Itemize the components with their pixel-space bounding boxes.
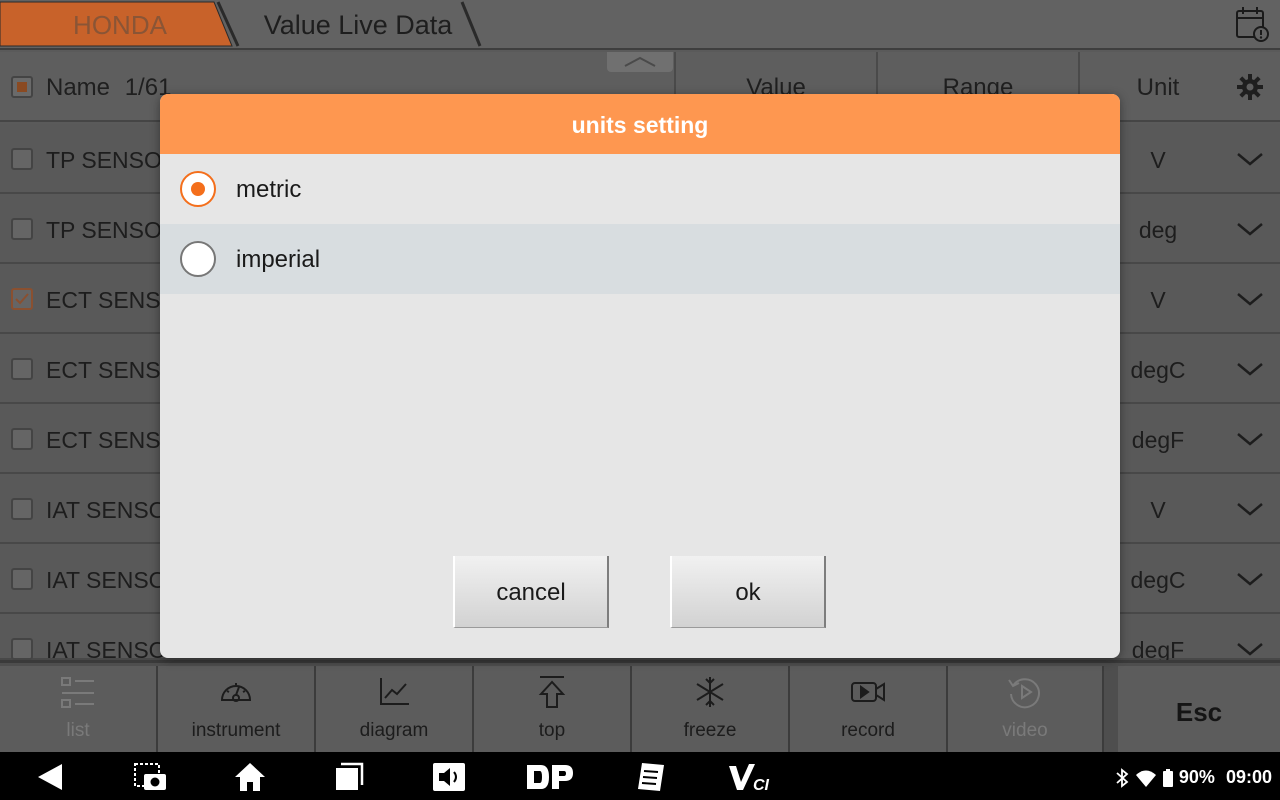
system-nav-bar: CI 90% 09:00: [0, 752, 1280, 800]
recent-apps-icon[interactable]: [333, 760, 367, 794]
top-bar: HONDA Value Live Data: [0, 0, 1280, 50]
chevron-down-icon[interactable]: [1236, 218, 1264, 240]
wifi-icon: [1135, 770, 1156, 788]
arrow-to-top-icon: [538, 676, 566, 708]
volume-icon[interactable]: [432, 760, 466, 794]
select-all-checkbox[interactable]: [11, 76, 33, 98]
list-icon: [61, 677, 94, 708]
row-checkbox[interactable]: [11, 358, 33, 380]
top-label: top: [538, 720, 566, 741]
chevron-down-icon[interactable]: [1236, 638, 1264, 660]
instrument-label: instrument: [191, 720, 281, 741]
esc-button[interactable]: Esc: [1104, 666, 1280, 755]
chevron-down-icon[interactable]: [1236, 148, 1264, 170]
breadcrumb-page-title: Value Live Data: [263, 10, 453, 40]
chevron-down-icon[interactable]: [1236, 498, 1264, 520]
option-metric[interactable]: metric: [160, 154, 1120, 224]
replay-icon: [1008, 678, 1040, 709]
home-icon[interactable]: [233, 760, 267, 794]
dp-logo-icon[interactable]: [525, 760, 575, 794]
units-setting-dialog: units setting metric imperial cancel ok: [160, 94, 1120, 658]
esc-label: Esc: [1175, 697, 1223, 727]
record-label: record: [841, 720, 895, 741]
row-name: TP SENSOR: [46, 147, 179, 173]
svg-text:CI: CI: [753, 777, 770, 794]
top-button[interactable]: top: [474, 666, 632, 755]
row-checkbox[interactable]: [11, 148, 33, 170]
row-checkbox[interactable]: [11, 498, 33, 520]
list-label: list: [66, 720, 90, 741]
dialog-title: units setting: [160, 94, 1120, 154]
diagram-button[interactable]: diagram: [316, 666, 474, 755]
freeze-label: freeze: [683, 720, 737, 741]
column-name-label: Name: [46, 74, 111, 101]
status-area: 90% 09:00: [1114, 752, 1272, 800]
chevron-down-icon[interactable]: [1236, 288, 1264, 310]
app-screen: HONDA Value Live Data Name 1/61 Value Ra…: [0, 0, 1280, 800]
calendar-alert-icon[interactable]: [1232, 4, 1272, 44]
back-icon[interactable]: [34, 760, 68, 794]
record-button[interactable]: record: [790, 666, 948, 755]
bluetooth-icon: [1116, 768, 1129, 789]
notebook-icon[interactable]: [634, 760, 668, 794]
option-imperial[interactable]: imperial: [160, 224, 1120, 294]
chevron-up-icon: [624, 56, 656, 67]
gear-icon[interactable]: [1236, 73, 1264, 101]
option-imperial-label: imperial: [236, 246, 321, 273]
vci-icon[interactable]: CI: [727, 760, 775, 794]
freeze-button[interactable]: freeze: [632, 666, 790, 755]
video-button[interactable]: video: [948, 666, 1104, 755]
row-checkbox[interactable]: [11, 428, 33, 450]
column-header-name: Name 1/61: [46, 52, 171, 122]
line-chart-icon: [380, 678, 409, 705]
collapse-panel-button[interactable]: [607, 52, 673, 72]
row-checkbox[interactable]: [11, 288, 33, 310]
checkmark-icon: [15, 293, 29, 305]
list-button[interactable]: list: [0, 666, 158, 755]
snowflake-icon: [696, 677, 724, 707]
option-metric-label: metric: [236, 176, 302, 203]
partial-check-mark: [17, 82, 27, 92]
diagram-label: diagram: [359, 720, 429, 741]
battery-percent: 90%: [1178, 767, 1215, 787]
instrument-button[interactable]: instrument: [158, 666, 316, 755]
video-camera-icon: [851, 682, 885, 702]
clock: 09:00: [1225, 767, 1272, 787]
chevron-down-icon[interactable]: [1236, 358, 1264, 380]
gauge-icon: [220, 683, 252, 702]
row-name: TP SENSOR: [46, 217, 179, 243]
screenshot-icon[interactable]: [134, 760, 168, 794]
row-checkbox[interactable]: [11, 568, 33, 590]
radio-imperial[interactable]: [180, 241, 216, 277]
bottom-toolbar: list instrument diagram top freeze recor…: [0, 660, 1280, 755]
battery-icon: [1162, 769, 1173, 788]
chevron-down-icon[interactable]: [1236, 428, 1264, 450]
row-checkbox[interactable]: [11, 638, 33, 660]
breadcrumb-brand[interactable]: HONDA: [0, 0, 240, 48]
ok-button[interactable]: ok: [670, 556, 826, 628]
video-label: video: [1002, 720, 1048, 741]
radio-metric[interactable]: [180, 171, 216, 207]
row-checkbox[interactable]: [11, 218, 33, 240]
cancel-button[interactable]: cancel: [453, 556, 609, 628]
chevron-down-icon[interactable]: [1236, 568, 1264, 590]
